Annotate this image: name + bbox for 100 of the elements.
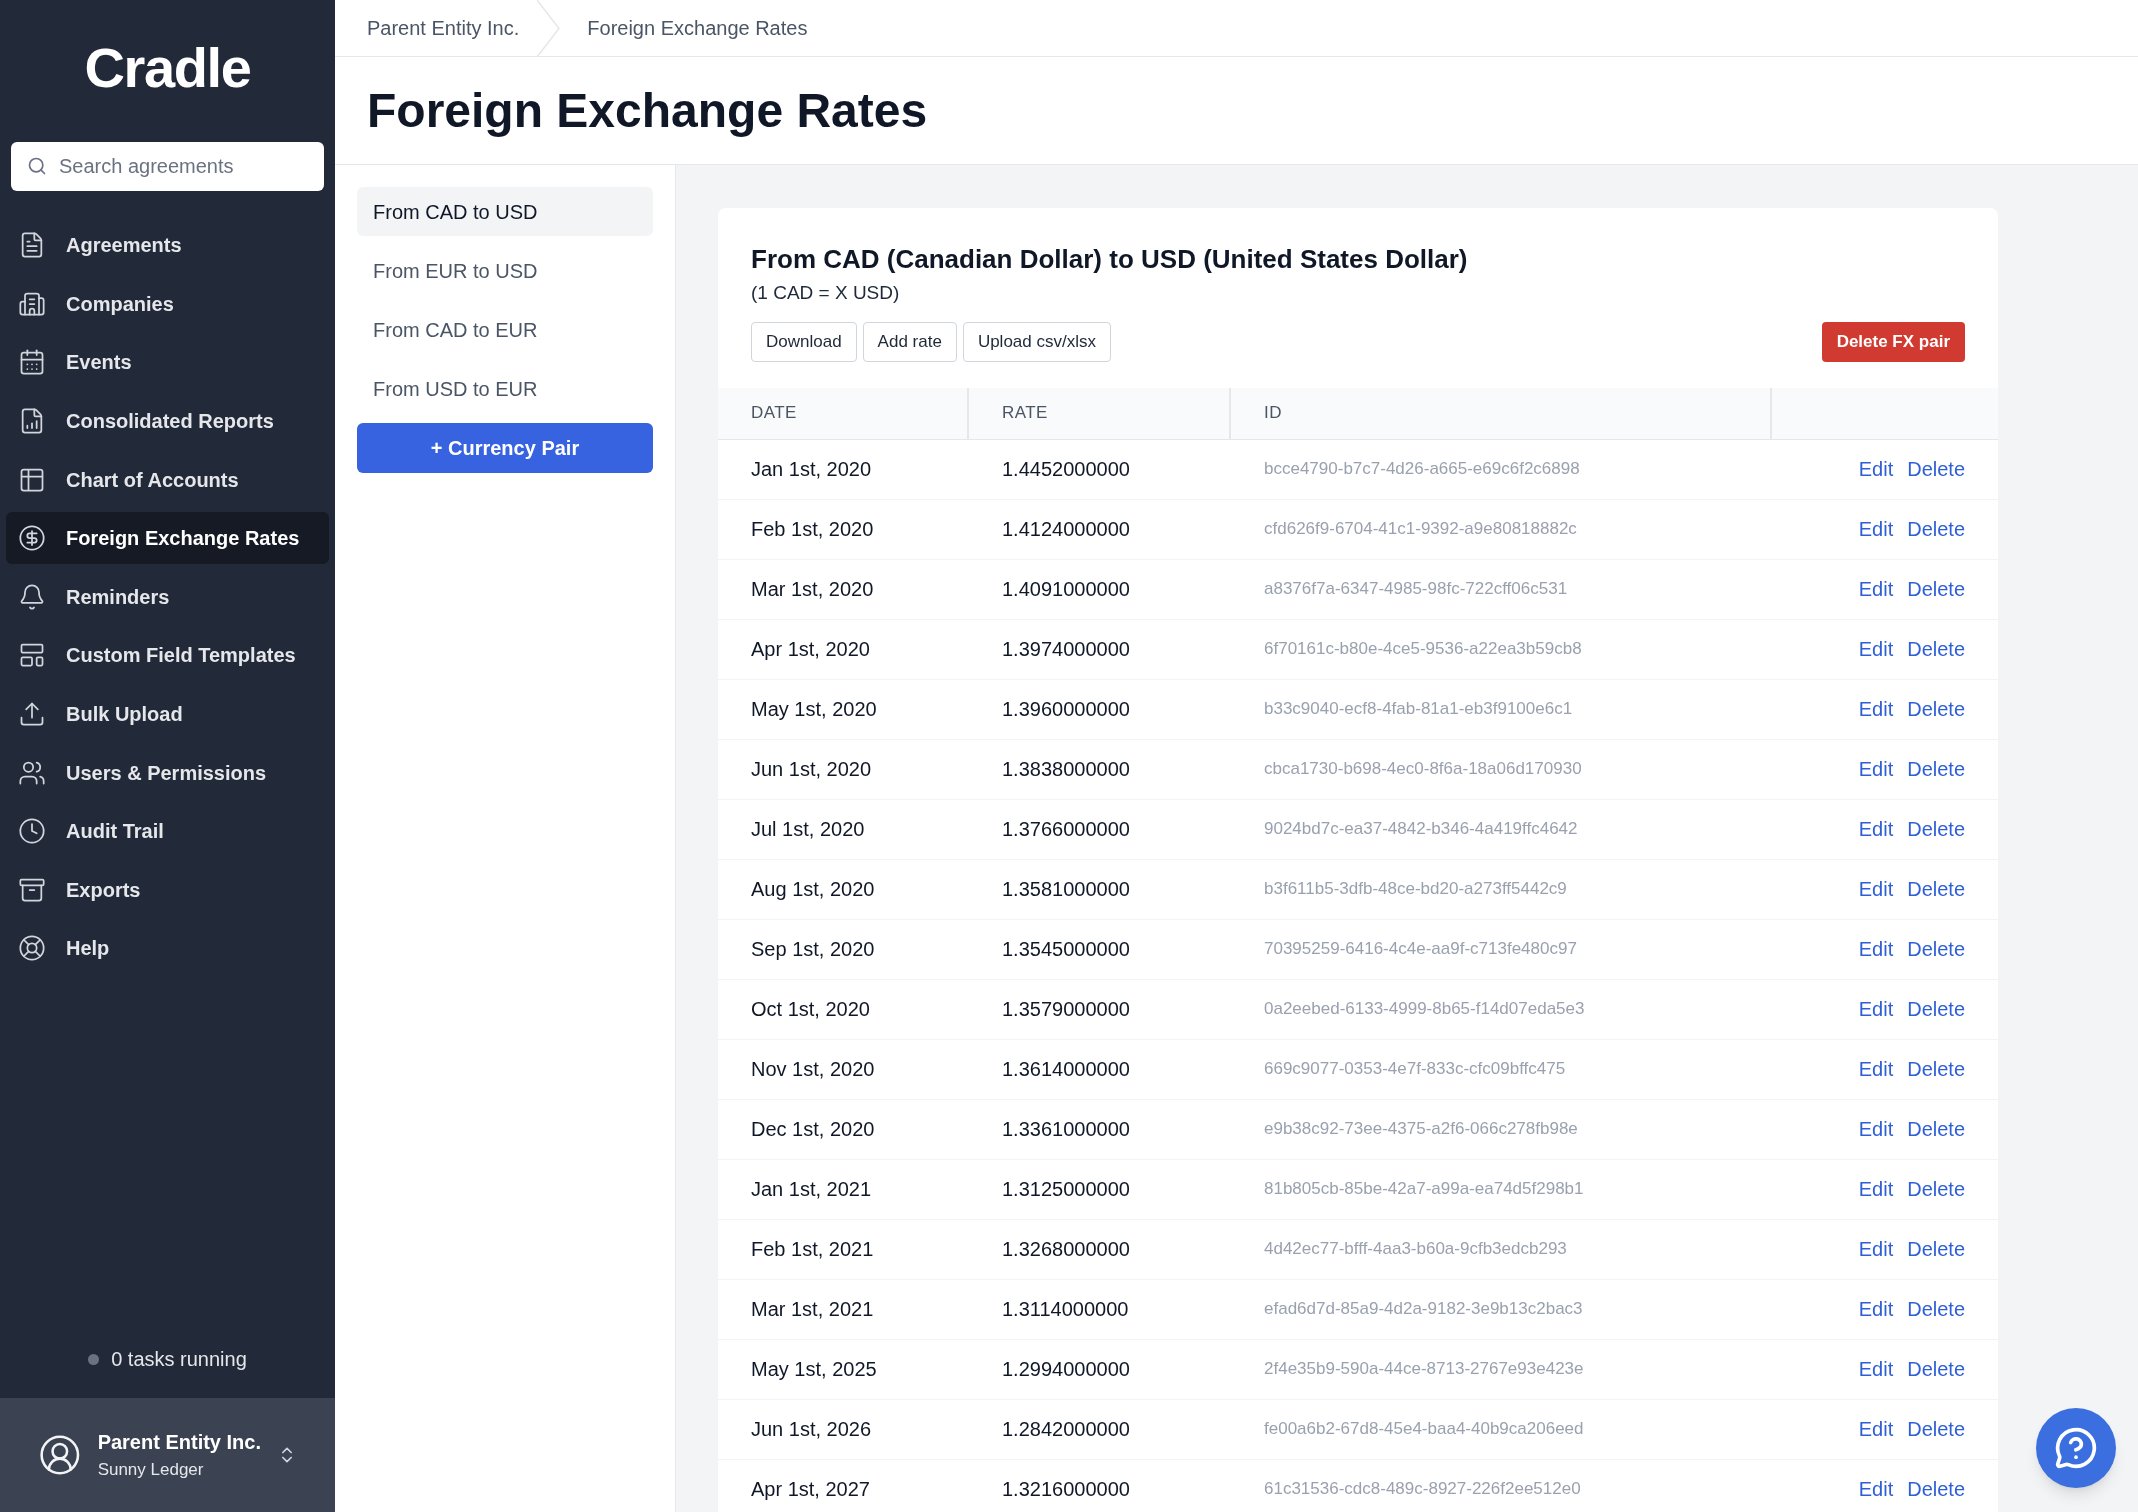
nav-item[interactable]: Bulk Upload — [6, 688, 329, 741]
delete-link[interactable]: Delete — [1907, 1234, 1965, 1264]
date-cell: Feb 1st, 2021 — [718, 1219, 969, 1280]
currency-pair-item[interactable]: From CAD to EUR — [357, 305, 653, 354]
delete-link[interactable]: Delete — [1907, 934, 1965, 964]
account-switcher[interactable]: Parent Entity Inc. Sunny Ledger — [0, 1398, 335, 1512]
rate-cell: 1.3581000000 — [969, 859, 1231, 920]
date-cell: Sep 1st, 2020 — [718, 919, 969, 980]
delete-link[interactable]: Delete — [1907, 1114, 1965, 1144]
bell-icon — [18, 582, 46, 611]
date-cell: Apr 1st, 2020 — [718, 619, 969, 680]
app-logo: Cradle — [83, 35, 252, 101]
delete-link[interactable]: Delete — [1907, 994, 1965, 1024]
nav-item[interactable]: Reminders — [6, 570, 329, 623]
nav-item[interactable]: Users & Permissions — [6, 746, 329, 799]
edit-link[interactable]: Edit — [1858, 1174, 1894, 1204]
delete-link[interactable]: Delete — [1907, 874, 1965, 904]
delete-pair-button[interactable]: Delete FX pair — [1821, 321, 1965, 362]
edit-link[interactable]: Edit — [1858, 814, 1894, 844]
nav-item[interactable]: Events — [6, 336, 329, 389]
delete-link[interactable]: Delete — [1907, 1354, 1965, 1384]
tasks-status: 0 tasks running — [111, 1347, 247, 1372]
edit-link[interactable]: Edit — [1858, 1234, 1894, 1264]
nav-item[interactable]: Help — [6, 922, 329, 975]
action-button[interactable]: Download — [751, 321, 857, 362]
edit-link[interactable]: Edit — [1858, 874, 1894, 904]
nav-item[interactable]: Foreign Exchange Rates — [6, 512, 329, 565]
edit-link[interactable]: Edit — [1858, 1054, 1894, 1084]
edit-link[interactable]: Edit — [1858, 1354, 1894, 1384]
nav-item[interactable]: Custom Field Templates — [6, 629, 329, 682]
id-cell: a8376f7a-6347-4985-98fc-722cff06c531 — [1231, 559, 1772, 620]
action-button[interactable]: Upload csv/xlsx — [962, 321, 1111, 362]
delete-link[interactable]: Delete — [1907, 634, 1965, 664]
edit-link[interactable]: Edit — [1858, 454, 1894, 484]
delete-link[interactable]: Delete — [1907, 574, 1965, 604]
breadcrumb-link[interactable]: Foreign Exchange Rates — [569, 13, 808, 43]
rate-cell: 1.3579000000 — [969, 979, 1231, 1040]
id-cell: 81b805cb-85be-42a7-a99a-ea74d5f298b1 — [1231, 1159, 1772, 1220]
rate-cell: 1.4124000000 — [969, 499, 1231, 560]
rate-cell: 1.4091000000 — [969, 559, 1231, 620]
edit-link[interactable]: Edit — [1858, 1474, 1894, 1504]
delete-link[interactable]: Delete — [1907, 754, 1965, 784]
breadcrumb-link[interactable]: Parent Entity Inc. — [335, 13, 530, 43]
edit-link[interactable]: Edit — [1858, 1114, 1894, 1144]
account-name: Parent Entity Inc. — [97, 1430, 261, 1456]
edit-link[interactable]: Edit — [1858, 514, 1894, 544]
search-icon — [27, 156, 47, 176]
id-cell: 669c9077-0353-4e7f-833c-cfc09bffc475 — [1231, 1039, 1772, 1100]
rate-cell: 1.3960000000 — [969, 679, 1231, 740]
column-header: RATE — [969, 387, 1231, 440]
column-header: ID — [1231, 387, 1772, 440]
date-cell: Dec 1st, 2020 — [718, 1099, 969, 1160]
edit-link[interactable]: Edit — [1858, 1294, 1894, 1324]
delete-link[interactable]: Delete — [1907, 1474, 1965, 1504]
edit-link[interactable]: Edit — [1858, 634, 1894, 664]
date-cell: May 1st, 2025 — [718, 1339, 969, 1400]
date-cell: Jun 1st, 2020 — [718, 739, 969, 800]
delete-link[interactable]: Delete — [1907, 1174, 1965, 1204]
nav-item[interactable]: Exports — [6, 863, 329, 916]
edit-link[interactable]: Edit — [1858, 934, 1894, 964]
date-cell: Oct 1st, 2020 — [718, 979, 969, 1040]
id-cell: e9b38c92-73ee-4375-a2f6-066c278fb98e — [1231, 1099, 1772, 1160]
id-cell: bcce4790-b7c7-4d26-a665-e69c6f2c6898 — [1231, 439, 1772, 500]
nav-item[interactable]: Agreements — [6, 219, 329, 272]
delete-link[interactable]: Delete — [1907, 694, 1965, 724]
delete-link[interactable]: Delete — [1907, 514, 1965, 544]
delete-link[interactable]: Delete — [1907, 1054, 1965, 1084]
date-cell: Nov 1st, 2020 — [718, 1039, 969, 1100]
nav-item[interactable]: Chart of Accounts — [6, 453, 329, 506]
id-cell: 61c31536-cdc8-489c-8927-226f2ee512e0 — [1231, 1459, 1772, 1512]
edit-link[interactable]: Edit — [1858, 994, 1894, 1024]
id-cell: 0a2eebed-6133-4999-8b65-f14d07eda5e3 — [1231, 979, 1772, 1040]
date-cell: Jun 1st, 2026 — [718, 1399, 969, 1460]
delete-link[interactable]: Delete — [1907, 1294, 1965, 1324]
currency-pair-item[interactable]: From CAD to USD — [357, 187, 653, 236]
edit-link[interactable]: Edit — [1858, 574, 1894, 604]
id-cell: cbca1730-b698-4ec0-8f6a-18a06d170930 — [1231, 739, 1772, 800]
edit-link[interactable]: Edit — [1858, 754, 1894, 784]
date-cell: Jan 1st, 2021 — [718, 1159, 969, 1220]
rate-cell: 1.3545000000 — [969, 919, 1231, 980]
currency-pair-item[interactable]: From USD to EUR — [357, 364, 653, 413]
edit-link[interactable]: Edit — [1858, 694, 1894, 724]
id-cell: 6f70161c-b80e-4ce5-9536-a22ea3b59cb8 — [1231, 619, 1772, 680]
date-cell: Apr 1st, 2027 — [718, 1459, 969, 1512]
lifebuoy-icon — [18, 934, 46, 963]
delete-link[interactable]: Delete — [1907, 454, 1965, 484]
delete-link[interactable]: Delete — [1907, 814, 1965, 844]
nav-item[interactable]: Audit Trail — [6, 805, 329, 858]
edit-link[interactable]: Edit — [1858, 1414, 1894, 1444]
search-field[interactable]: Search agreements — [11, 142, 324, 191]
nav-item[interactable]: Companies — [6, 277, 329, 330]
nav-item[interactable]: Consolidated Reports — [6, 395, 329, 448]
id-cell: fe00a6b2-67d8-45e4-baa4-40b9ca206eed — [1231, 1399, 1772, 1460]
currency-pair-item[interactable]: From EUR to USD — [357, 246, 653, 295]
rate-cell: 1.3838000000 — [969, 739, 1231, 800]
add-currency-pair-button[interactable]: + Currency Pair — [357, 423, 653, 473]
action-button[interactable]: Add rate — [862, 321, 957, 362]
delete-link[interactable]: Delete — [1907, 1414, 1965, 1444]
id-cell: 9024bd7c-ea37-4842-b346-4a419ffc4642 — [1231, 799, 1772, 860]
date-cell: May 1st, 2020 — [718, 679, 969, 740]
